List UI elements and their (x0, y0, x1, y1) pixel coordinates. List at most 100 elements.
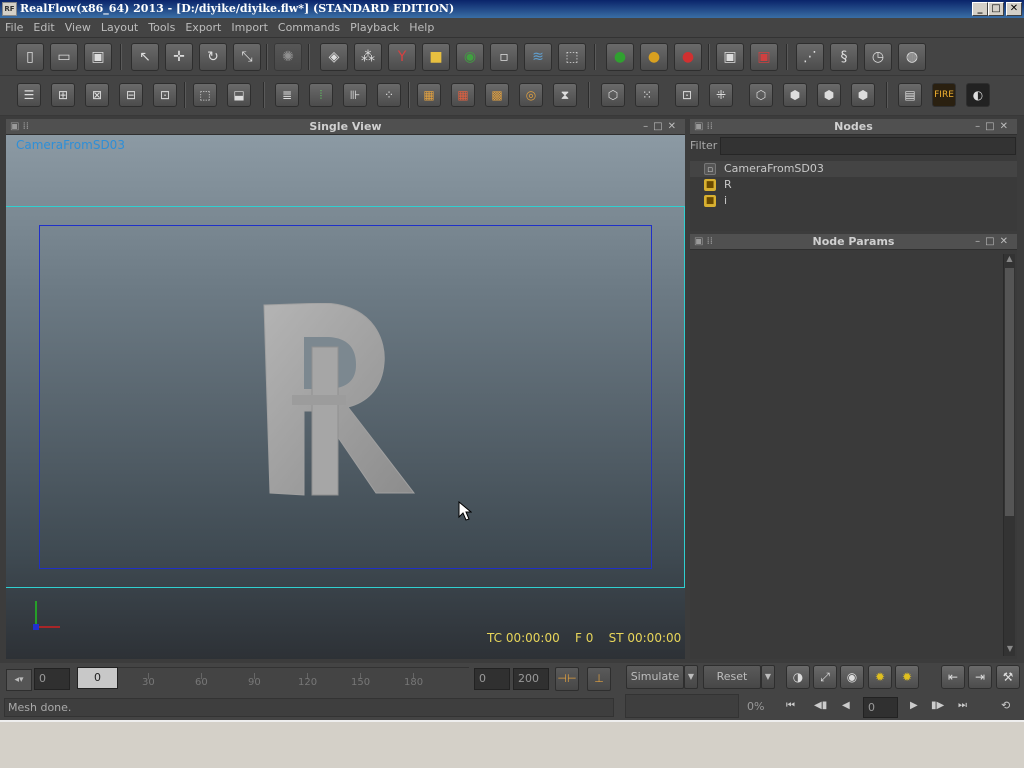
menu-import[interactable]: Import (226, 18, 273, 37)
viewport-3d[interactable]: CameraFromSD03 TC 00:00:00 F 0 ST 00:00:… (6, 135, 685, 659)
box-icon[interactable]: ⬚ (193, 83, 217, 107)
rotate-icon[interactable]: ↻ (199, 43, 227, 71)
wave-icon[interactable]: ≋ (524, 43, 552, 71)
panel-window-controls[interactable]: –□✕ (975, 119, 1013, 135)
maxwell-icon[interactable]: ◐ (966, 83, 990, 107)
timer-icon[interactable]: ◷ (864, 43, 892, 71)
simulate-button[interactable]: Simulate (626, 665, 684, 689)
object-icon[interactable]: ■ (422, 43, 450, 71)
sim-options-icon[interactable]: ◑ (786, 665, 810, 689)
graph-play-icon[interactable]: ⋰ (796, 43, 824, 71)
gear-a-icon[interactable]: ✹ (868, 665, 892, 689)
reset-button[interactable]: Reset (703, 665, 761, 689)
save-state-icon[interactable]: ▣ (716, 43, 744, 71)
wrench-icon[interactable]: ⚒ (996, 665, 1020, 689)
move-icon[interactable]: ✛ (165, 43, 193, 71)
sim-scale-icon[interactable]: ⤢ (813, 665, 837, 689)
green-light-icon[interactable]: ● (606, 43, 634, 71)
select-icon[interactable]: ↖ (131, 43, 159, 71)
menu-tools[interactable]: Tools (143, 18, 180, 37)
goto-start-icon[interactable]: ⏮ (786, 700, 795, 711)
menu-commands[interactable]: Commands (273, 18, 345, 37)
step-right-icon[interactable]: ⇥ (968, 665, 992, 689)
list-edit-icon[interactable]: ≣ (275, 83, 299, 107)
menu-help[interactable]: Help (404, 18, 439, 37)
transform-all-icon[interactable]: ✺ (274, 43, 302, 71)
minimize-button[interactable]: _ (972, 2, 988, 16)
panel-window-controls[interactable]: –□✕ (643, 119, 681, 135)
ruler-icon[interactable]: ⊪ (343, 83, 367, 107)
sphere-wire-icon[interactable]: ⬡ (601, 83, 625, 107)
sphere-dots-icon[interactable]: ⁙ (635, 83, 659, 107)
start-frame-field[interactable]: 0 (34, 668, 70, 690)
particles-icon[interactable]: ⁘ (377, 83, 401, 107)
menu-file[interactable]: File (0, 18, 28, 37)
scale-icon[interactable]: ⤡ (233, 43, 261, 71)
params-scrollbar[interactable]: ▲ ▼ (1003, 254, 1015, 656)
texture-b-icon[interactable]: ▦ (451, 83, 475, 107)
hourglass-icon[interactable]: ⧗ (553, 83, 577, 107)
play-backward-icon[interactable]: ◀ (842, 700, 850, 711)
texture-c-icon[interactable]: ▩ (485, 83, 509, 107)
panel-grip-icon[interactable]: ▣ ⁞⁞ (10, 119, 29, 135)
filter-input[interactable] (720, 137, 1016, 155)
layer-icon[interactable]: ☰ (17, 83, 41, 107)
range-end-field[interactable]: 200 (513, 668, 549, 690)
save-icon[interactable]: ▣ (84, 43, 112, 71)
daemon-icon[interactable]: Y (388, 43, 416, 71)
grid-icon[interactable]: ⁜ (709, 83, 733, 107)
reset-state-icon[interactable]: ▣ (750, 43, 778, 71)
tree-item-r[interactable]: ■ R (690, 177, 1017, 193)
goto-end-icon[interactable]: ⏭ (958, 700, 967, 711)
cube-wire-icon[interactable]: ⬡ (749, 83, 773, 107)
reset-dropdown-icon[interactable]: ▼ (761, 665, 775, 689)
loop-icon[interactable]: ⟲ (1001, 699, 1010, 712)
playback-frame-field[interactable]: 0 (863, 697, 898, 718)
step-left-icon[interactable]: ⇤ (941, 665, 965, 689)
panel-grip-icon[interactable]: ▣ ⁞⁞ (694, 234, 713, 250)
menu-view[interactable]: View (60, 18, 96, 37)
link-icon[interactable]: ⊟ (119, 83, 143, 107)
texture-a-icon[interactable]: ▦ (417, 83, 441, 107)
new-scene-icon[interactable]: ▯ (16, 43, 44, 71)
menu-layout[interactable]: Layout (96, 18, 143, 37)
cube-icon[interactable]: ⬚ (558, 43, 586, 71)
menu-export[interactable]: Export (180, 18, 226, 37)
close-button[interactable]: ✕ (1006, 2, 1022, 16)
panel-grip-icon[interactable]: ▣ ⁞⁞ (694, 119, 713, 135)
mesh-icon[interactable]: ◉ (456, 43, 484, 71)
domain-icon[interactable]: ◈ (320, 43, 348, 71)
cube-solid-icon[interactable]: ⬢ (851, 83, 875, 107)
range-start-field[interactable]: 0 (474, 668, 510, 690)
yellow-light-icon[interactable]: ● (640, 43, 668, 71)
red-light-icon[interactable]: ● (674, 43, 702, 71)
cube-shaded-icon[interactable]: ⬢ (817, 83, 841, 107)
maximize-button[interactable]: □ (988, 2, 1004, 16)
fire-icon[interactable]: FIRE (932, 83, 956, 107)
simulate-dropdown-icon[interactable]: ▼ (684, 665, 698, 689)
gear-b-icon[interactable]: ✹ (895, 665, 919, 689)
frame-icon[interactable]: ⊡ (675, 83, 699, 107)
script-play-icon[interactable]: § (830, 43, 858, 71)
menu-playback[interactable]: Playback (345, 18, 404, 37)
camera-icon[interactable]: ▫ (490, 43, 518, 71)
open-icon[interactable]: ▭ (50, 43, 78, 71)
texture-d-icon[interactable]: ◎ (519, 83, 543, 107)
tree-item-i[interactable]: ■ i (690, 193, 1017, 209)
step-forward-icon[interactable]: ▮▶ (931, 700, 944, 711)
r-letter-object[interactable] (256, 303, 426, 503)
add-icon[interactable]: ⊞ (51, 83, 75, 107)
tree-item-camera[interactable]: ▫ CameraFromSD03 (690, 161, 1017, 177)
remove-icon[interactable]: ⊠ (85, 83, 109, 107)
play-forward-icon[interactable]: ▶ (910, 700, 918, 711)
scroll-down-icon[interactable]: ▼ (1004, 644, 1016, 656)
scrollbar-thumb[interactable] (1005, 268, 1014, 516)
panel-window-controls[interactable]: –□✕ (975, 234, 1013, 250)
network-icon[interactable]: ◍ (898, 43, 926, 71)
eye-icon[interactable]: ◉ (840, 665, 864, 689)
menu-edit[interactable]: Edit (28, 18, 59, 37)
curves-icon[interactable]: ⦙ (309, 83, 333, 107)
render-icon[interactable]: ▤ (898, 83, 922, 107)
cube-half-icon[interactable]: ⬢ (783, 83, 807, 107)
key-frame-icon[interactable]: ⊣⊢ (555, 667, 579, 691)
